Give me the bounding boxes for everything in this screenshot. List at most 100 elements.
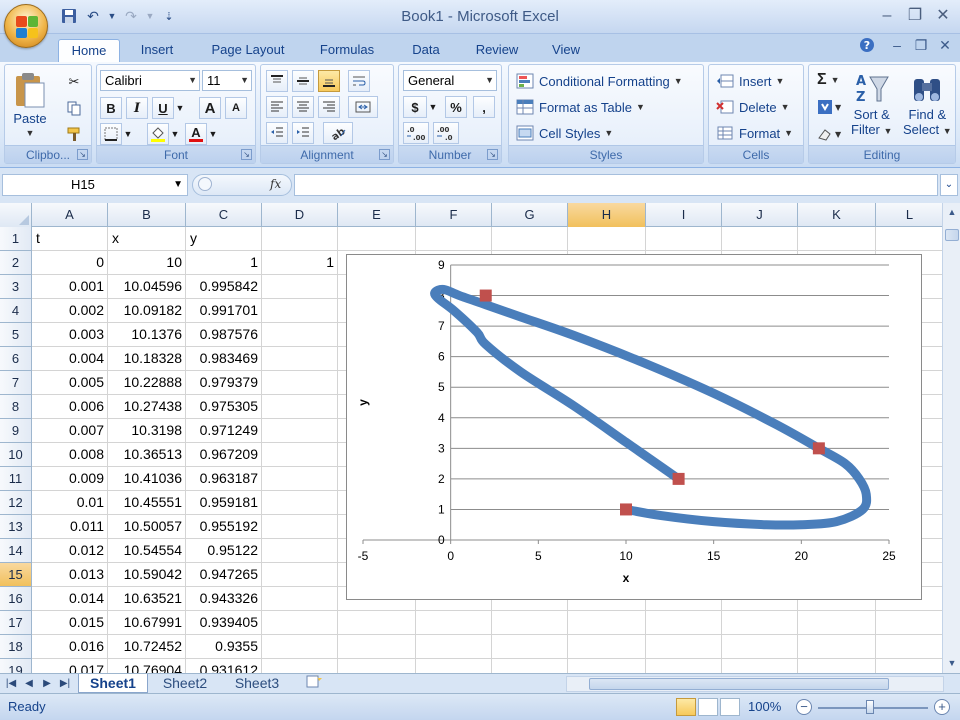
cell-a15[interactable]: 0.013 xyxy=(32,563,108,586)
sheet-tab-sheet1[interactable]: Sheet1 xyxy=(78,674,148,693)
scroll-down-icon[interactable]: ▼ xyxy=(944,655,960,671)
cell-b1[interactable]: x xyxy=(108,227,186,250)
cell-d15[interactable] xyxy=(262,563,338,586)
select-all-button[interactable] xyxy=(0,203,32,227)
row-header-19[interactable]: 19 xyxy=(0,659,32,673)
font-color-dropdown-icon[interactable]: ▼ xyxy=(207,123,219,145)
cell-a12[interactable]: 0.01 xyxy=(32,491,108,514)
office-button[interactable] xyxy=(4,4,48,48)
increase-indent-icon[interactable] xyxy=(292,122,314,144)
formula-toggle-icon[interactable] xyxy=(198,177,212,191)
cell-a4[interactable]: 0.002 xyxy=(32,299,108,322)
cell-b13[interactable]: 10.50057 xyxy=(108,515,186,538)
cell-a18[interactable]: 0.016 xyxy=(32,635,108,658)
row-header-13[interactable]: 13 xyxy=(0,515,32,539)
cell-b14[interactable]: 10.54554 xyxy=(108,539,186,562)
cell-b15[interactable]: 10.59042 xyxy=(108,563,186,586)
minimize-button[interactable]: – xyxy=(876,6,898,26)
align-bottom-icon[interactable] xyxy=(318,70,340,92)
prev-sheet-icon[interactable]: ◀ xyxy=(22,677,36,691)
align-left-icon[interactable] xyxy=(266,96,288,118)
help-icon[interactable]: ? xyxy=(858,37,876,55)
formula-input[interactable] xyxy=(294,174,938,196)
insert-sheet-icon[interactable] xyxy=(298,674,328,693)
align-center-icon[interactable] xyxy=(292,96,314,118)
column-header-i[interactable]: I xyxy=(646,203,722,227)
paste-dropdown-icon[interactable]: ▼ xyxy=(26,128,35,138)
cell-c6[interactable]: 0.983469 xyxy=(186,347,262,370)
font-name-combo[interactable]: Calibri ▼ xyxy=(100,70,200,91)
vertical-scroll-thumb[interactable] xyxy=(945,229,959,241)
cell-a1[interactable]: t xyxy=(32,227,108,250)
cell-c17[interactable]: 0.939405 xyxy=(186,611,262,634)
align-top-icon[interactable] xyxy=(266,70,288,92)
sheet-tab-sheet2[interactable]: Sheet2 xyxy=(150,674,220,693)
comma-button[interactable]: , xyxy=(473,96,495,118)
cell-a14[interactable]: 0.012 xyxy=(32,539,108,562)
row-header-2[interactable]: 2 xyxy=(0,251,32,275)
number-format-combo[interactable]: General ▼ xyxy=(403,70,497,91)
number-launcher-icon[interactable]: ↘ xyxy=(487,149,498,160)
name-box[interactable]: H15 ▼ xyxy=(2,174,188,196)
cell-a13[interactable]: 0.011 xyxy=(32,515,108,538)
cell-c4[interactable]: 0.991701 xyxy=(186,299,262,322)
ribbon-close-icon[interactable]: ✕ xyxy=(936,37,954,55)
align-right-icon[interactable] xyxy=(318,96,340,118)
cell-c9[interactable]: 0.971249 xyxy=(186,419,262,442)
tab-formulas[interactable]: Formulas xyxy=(308,39,386,62)
zoom-level[interactable]: 100% xyxy=(748,699,781,714)
fill-icon[interactable]: ▼ xyxy=(815,96,845,118)
cell-a6[interactable]: 0.004 xyxy=(32,347,108,370)
tab-home[interactable]: Home xyxy=(58,39,120,62)
align-middle-icon[interactable] xyxy=(292,70,314,92)
column-header-c[interactable]: C xyxy=(186,203,262,227)
cell-c8[interactable]: 0.975305 xyxy=(186,395,262,418)
cell-d9[interactable] xyxy=(262,419,338,442)
cell-b19[interactable]: 10.76904 xyxy=(108,659,186,673)
cell-d8[interactable] xyxy=(262,395,338,418)
underline-dropdown-icon[interactable]: ▼ xyxy=(174,97,186,119)
delete-cells-button[interactable]: Delete ▼ xyxy=(715,98,790,116)
cell-styles-button[interactable]: Cell Styles ▼ xyxy=(515,124,613,142)
cell-c12[interactable]: 0.959181 xyxy=(186,491,262,514)
insert-cells-button[interactable]: Insert ▼ xyxy=(715,72,784,90)
cell-d4[interactable] xyxy=(262,299,338,322)
cell-a8[interactable]: 0.006 xyxy=(32,395,108,418)
underline-button[interactable]: U xyxy=(152,97,174,119)
column-header-f[interactable]: F xyxy=(416,203,492,227)
cell-a7[interactable]: 0.005 xyxy=(32,371,108,394)
column-header-l[interactable]: L xyxy=(876,203,944,227)
cell-d11[interactable] xyxy=(262,467,338,490)
horizontal-scroll-thumb[interactable] xyxy=(589,678,889,690)
scatter-chart[interactable]: -5 0 5 10 15 20 25 0 1 2 3 4 5 6 7 8 9 x y xyxy=(346,254,922,600)
insert-function-button[interactable]: fx xyxy=(270,177,281,191)
column-header-j[interactable]: J xyxy=(722,203,798,227)
cell-a5[interactable]: 0.003 xyxy=(32,323,108,346)
format-as-table-button[interactable]: Format as Table ▼ xyxy=(515,98,645,116)
format-painter-icon[interactable] xyxy=(63,123,85,145)
orientation-icon[interactable]: ab xyxy=(323,122,353,144)
increase-decimal-icon[interactable]: .0.00 xyxy=(403,122,429,144)
ribbon-restore-icon[interactable]: ❐ xyxy=(912,37,930,55)
sheet-tab-sheet3[interactable]: Sheet3 xyxy=(222,674,292,693)
worksheet-grid[interactable]: ABCDEFGHIJKL 1 t x y 2 0 10 1 1 3 0.001 10.04596 0.9… xyxy=(0,203,960,673)
cell-b5[interactable]: 10.1376 xyxy=(108,323,186,346)
cell-d16[interactable] xyxy=(262,587,338,610)
row-header-11[interactable]: 11 xyxy=(0,467,32,491)
horizontal-scrollbar[interactable] xyxy=(566,676,944,692)
cell-c18[interactable]: 0.9355 xyxy=(186,635,262,658)
expand-formula-bar-icon[interactable]: ⌄ xyxy=(940,174,958,196)
cell-c2[interactable]: 1 xyxy=(186,251,262,274)
row-header-15[interactable]: 15 xyxy=(0,563,32,587)
alignment-launcher-icon[interactable]: ↘ xyxy=(379,149,390,160)
cell-b4[interactable]: 10.09182 xyxy=(108,299,186,322)
cell-b18[interactable]: 10.72452 xyxy=(108,635,186,658)
clipboard-launcher-icon[interactable]: ↘ xyxy=(77,149,88,160)
row-header-8[interactable]: 8 xyxy=(0,395,32,419)
cell-d10[interactable] xyxy=(262,443,338,466)
row-header-14[interactable]: 14 xyxy=(0,539,32,563)
row-header-16[interactable]: 16 xyxy=(0,587,32,611)
cell-d5[interactable] xyxy=(262,323,338,346)
page-layout-view-icon[interactable] xyxy=(698,698,718,716)
cell-d3[interactable] xyxy=(262,275,338,298)
